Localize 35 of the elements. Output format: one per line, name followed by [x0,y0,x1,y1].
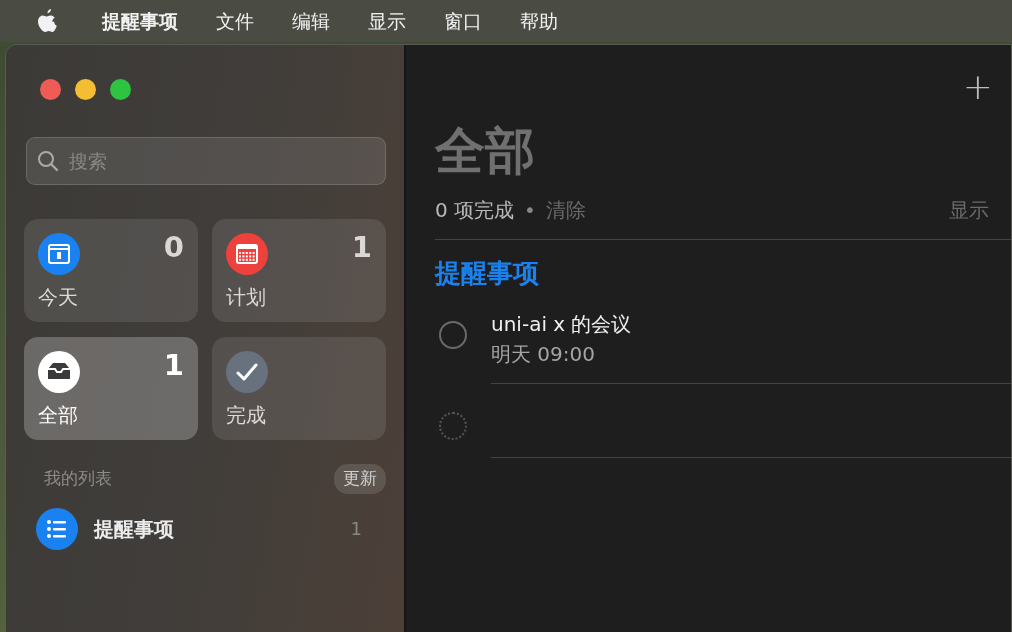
completed-count: 0 项完成 [435,197,515,224]
item-count: 1 [163,351,184,380]
item-count: 1 [351,233,372,262]
checkbox[interactable] [439,321,467,349]
smart-list-tile[interactable]: 完成 [212,337,386,440]
tile-label: 计划 [226,284,267,311]
apple-logo-icon[interactable] [36,8,58,34]
tile-label: 完成 [226,402,267,429]
item-count: 1 [350,517,362,541]
tile-label: 今天 [38,284,79,311]
menu-item[interactable]: 编辑 [292,6,350,36]
section-header: 我的列表 [44,467,112,490]
search-icon [37,150,59,172]
minimize-window-button[interactable] [75,79,96,100]
menu-item[interactable]: 窗口 [444,6,502,36]
item-count: 0 [163,233,184,262]
update-button[interactable]: 更新 [334,464,386,494]
reminder-title: uni-ai x 的会议 [491,311,632,338]
smart-list-tile[interactable]: 1 全部 [24,337,198,440]
list-name[interactable]: 提醒事项 [94,513,335,544]
menu-item[interactable]: 显示 [368,6,426,36]
zoom-window-button[interactable] [110,79,131,100]
close-window-button[interactable] [40,79,61,100]
section-title: 提醒事项 [435,257,540,290]
smart-list-tile[interactable]: 1 计划 [212,219,386,322]
menu-item[interactable]: 文件 [216,6,274,36]
list-title: 全部 [435,121,536,181]
new-reminder-checkbox[interactable] [439,412,467,440]
smart-list-tile[interactable]: 0 今天 [24,219,198,322]
tile-label: 全部 [38,402,79,429]
separator-dot: • [524,197,536,224]
due-date: 明天 09:00 [491,341,595,368]
add-button[interactable]: + [962,69,993,105]
menu-item[interactable]: 提醒事项 [102,6,198,36]
menu-item[interactable]: 帮助 [520,6,578,36]
